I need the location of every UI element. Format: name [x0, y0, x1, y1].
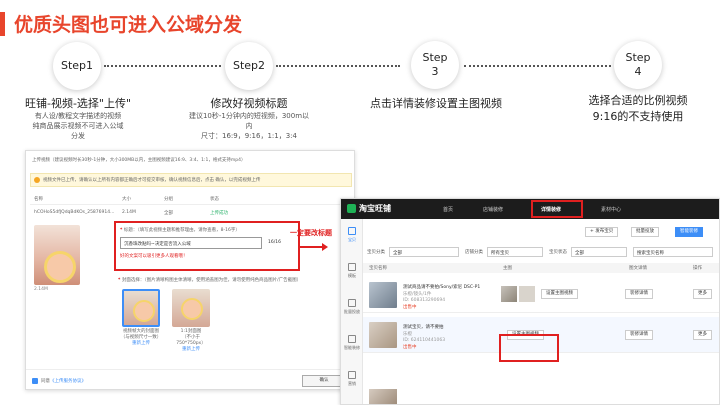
set-main-video-highlight: [499, 334, 559, 362]
warning-icon: [34, 177, 40, 183]
upload-rule-text: 上传视频（建议视频时长30秒-1分钟，大小300MB以内，主图视频建议16:9、…: [32, 158, 246, 163]
title-accent-bar: [0, 12, 5, 36]
sidebar-item-baby[interactable]: 宝贝: [341, 227, 363, 243]
title-tip: 好的文案可以吸引更多人观看哦！: [120, 254, 188, 259]
main-video-thumb: [519, 286, 535, 302]
sidebar-item-smart[interactable]: 智能装修: [341, 335, 363, 351]
upload-table-header: 名称 大小 分组 状态: [30, 193, 352, 205]
search-input[interactable]: 搜索宝贝名称: [633, 247, 713, 257]
step-connector-2: [276, 65, 400, 67]
template-icon: [348, 263, 356, 271]
cover-select-label: * 封面选择：（图片清晰构图主体清晰，使用涵盖图为佳，请勿使用纯色商品图片/广告…: [118, 278, 302, 283]
batch-launch-button[interactable]: 批量投放: [631, 227, 659, 237]
nav-shop-decoration[interactable]: 店铺装修: [483, 206, 503, 213]
filter-status-label: 宝贝状态: [549, 250, 567, 255]
slide-title: 优质头图也可进入公域分发: [14, 14, 243, 36]
upload-dialog-footer: 同意《上传服务协议》 确认: [26, 369, 354, 389]
filter-group-select[interactable]: 所有宝贝: [487, 247, 543, 257]
service-agreement-link[interactable]: 《上传服务协议》: [50, 379, 86, 384]
agree-checkbox[interactable]: [32, 378, 38, 384]
upload-warning: 视频文件已上传，请确认以上所有内容都正确后才可提交审核，确认视频信息后，点击 确…: [30, 173, 352, 187]
step-1-heading: 旺铺-视频-选择"上传": [24, 97, 132, 110]
nav-home[interactable]: 首页: [443, 206, 453, 213]
video-thumbnail[interactable]: [34, 225, 80, 285]
video-thumbnail-size: 2.14M: [34, 287, 48, 292]
set-main-video-button[interactable]: 设置主图视频: [541, 289, 578, 299]
taobao-wangpu-logo: 淘宝旺铺: [347, 203, 391, 214]
step-3-heading: 点击详情装修设置主图视频: [370, 97, 502, 110]
smart-icon: [348, 335, 356, 343]
decorate-detail-button[interactable]: 装修详情: [625, 330, 653, 340]
filter-category-select[interactable]: 全部: [389, 247, 459, 257]
step-1-bubble: Step1: [53, 42, 101, 90]
logo-icon: [347, 204, 356, 213]
shop-sidebar: 宝贝 模板 批量投放 智能装修 营销: [341, 219, 363, 404]
item-icon: [348, 227, 356, 235]
step-connector-1: [104, 65, 221, 67]
item-thumbnail: [369, 282, 397, 308]
sidebar-item-template[interactable]: 模板: [341, 263, 363, 279]
sidebar-item-batch[interactable]: 批量投放: [341, 299, 363, 315]
title-edit-highlight: * 标题：（填写此视频主题和推荐理由，请你查看，8-16字） 沉香珠改贴吗~决定…: [114, 221, 300, 271]
nav-material-center[interactable]: 素材中心: [601, 206, 621, 213]
step-connector-3: [464, 65, 611, 67]
more-button[interactable]: 更多: [693, 330, 712, 340]
step-4-bubble: Step 4: [614, 41, 662, 89]
shop-decoration-screenshot: 淘宝旺铺 首页 店铺装修 详情装修 素材中心 宝贝 模板 批量投放 智能装修 营…: [340, 198, 720, 405]
step-2-description: 建议10秒-1分钟内的短视频，300m以内 尺寸：16:9，9:16，1:1，3:…: [188, 112, 310, 140]
step-1-description: 有人设/教程文字描述的视频 纯商品展示视频不可进入公域 分发: [32, 112, 124, 140]
slide: 优质头图也可进入公域分发 Step1 旺铺-视频-选择"上传" 有人设/教程文字…: [0, 0, 720, 405]
smart-decoration-button[interactable]: 智能装修: [675, 227, 703, 237]
filter-category-label: 宝贝分类: [367, 250, 385, 255]
table-row: [363, 385, 719, 404]
sidebar-item-marketing[interactable]: 营销: [341, 371, 363, 387]
more-button[interactable]: 更多: [693, 289, 712, 299]
filter-status-select[interactable]: 全部: [571, 247, 627, 257]
step-4-heading: 选择合适的比例视频: [588, 94, 688, 107]
cover-option-square[interactable]: [172, 289, 210, 327]
item-table-header: 宝贝名称 主图 图文详情 操作: [363, 263, 719, 273]
item-thumbnail: [369, 389, 397, 404]
main-image-thumb: [501, 286, 517, 302]
filter-group-label: 店铺分类: [465, 250, 483, 255]
shop-top-nav: 淘宝旺铺 首页 店铺装修 详情装修 素材中心: [341, 199, 719, 219]
annotation-arrow-head: [322, 243, 328, 251]
item-thumbnail: [369, 322, 397, 348]
video-title-input[interactable]: 沉香珠改贴吗~决定是否流入公域: [120, 237, 262, 249]
step-2-bubble: Step2: [225, 42, 273, 90]
cover-option-video-frame[interactable]: [122, 289, 160, 327]
step-2-heading: 修改好视频标题: [210, 97, 288, 110]
publish-item-button[interactable]: + 发布宝贝: [585, 227, 619, 237]
step-3-bubble: Step 3: [411, 41, 459, 89]
table-row: 测试商品请不要拍/Sony/索尼 DSC-P1 乐橙/镜头/1件 ID: 608…: [363, 277, 719, 313]
step-4-description: 9:16的不支持使用: [592, 110, 684, 123]
upload-dialog-screenshot: 上传视频（建议视频时长30秒-1分钟，大小300MB以内，主图视频建议16:9、…: [25, 150, 355, 390]
batch-icon: [348, 299, 356, 307]
annotation-change-title: 一定要改标题: [290, 229, 332, 237]
annotation-arrow-line: [299, 246, 323, 248]
upload-file-row: hCOHoS5dfJQdqBdKOs_25876914... 2.14M 全部 …: [34, 210, 228, 216]
marketing-icon: [348, 371, 356, 379]
cover-caption-square: 1:1封面图 （不小于750*750px） 重新上传: [176, 329, 206, 352]
decorate-detail-button[interactable]: 装修详情: [625, 289, 653, 299]
nav-detail-highlight: [531, 200, 583, 218]
cover-caption-video-frame: 视频帧大的封面图 （与视频尺寸一致） 重新上传: [120, 329, 162, 346]
title-char-count: 16/16: [268, 240, 281, 245]
